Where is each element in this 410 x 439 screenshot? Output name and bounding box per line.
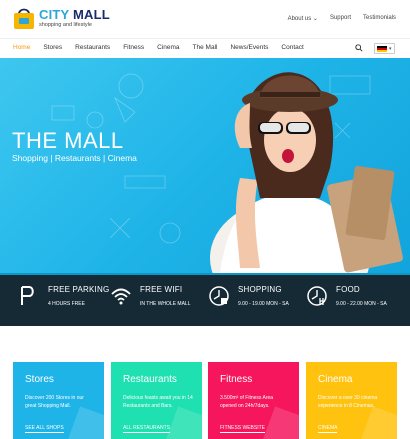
clock-shopping-icon xyxy=(209,286,229,306)
nav-item-the-mall[interactable]: The Mall xyxy=(193,44,218,51)
card-cinema-link[interactable]: CINEMA xyxy=(318,425,338,433)
wifi-icon xyxy=(111,288,131,305)
feature-wifi-sub: IN THE WHOLE MALL xyxy=(140,301,191,307)
top-link-about-label: About us xyxy=(287,16,312,22)
feature-shopping-sub: 9.00 - 19.00 MON - SA xyxy=(238,301,289,307)
nav-item-home[interactable]: Home xyxy=(13,44,30,51)
language-selector[interactable]: ▾ xyxy=(374,43,395,54)
card-decoration xyxy=(66,406,104,439)
feature-shopping: SHOPPING 9.00 - 19.00 MON - SA xyxy=(208,285,289,307)
top-bar: CITY MALL shopping and lifestyle About u… xyxy=(0,0,410,37)
chevron-down-icon: ⌄ xyxy=(311,16,318,22)
germany-flag-icon xyxy=(377,45,387,52)
top-link-support[interactable]: Support xyxy=(330,15,351,22)
parking-icon xyxy=(21,286,34,305)
feature-wifi-title: FREE WIFI xyxy=(140,285,183,294)
card-decoration xyxy=(164,406,202,439)
logo[interactable]: CITY MALL shopping and lifestyle xyxy=(13,6,110,30)
card-restaurants-link[interactable]: ALL RESTAURANTS xyxy=(123,425,170,433)
card-stores-text: Discover 200 Stores in our great Shoppin… xyxy=(25,395,84,409)
card-cinema-text: Discover a over 30 cinema experience in … xyxy=(318,395,378,409)
nav-item-restaurants[interactable]: Restaurants xyxy=(75,44,110,51)
feature-shopping-title: SHOPPING xyxy=(238,285,282,294)
feature-wifi: FREE WIFI IN THE WHOLE MALL xyxy=(110,285,190,307)
features-strip: FREE PARKING 4 HOURS FREE FREE WIFI IN T… xyxy=(0,273,410,326)
nav-item-fitness[interactable]: Fitness xyxy=(123,44,144,51)
card-restaurants-title: Restaurants xyxy=(123,374,177,385)
feature-food: FOOD 9.00 - 22.00 MON - SA xyxy=(306,285,387,307)
brand-subtitle: shopping and lifestyle xyxy=(39,21,92,28)
feature-parking-title: FREE PARKING xyxy=(48,285,110,294)
top-link-about[interactable]: About us ⌄ xyxy=(288,15,318,22)
category-cards: Stores Discover 200 Stores in our great … xyxy=(0,326,410,439)
brand-title-city: CITY xyxy=(39,6,70,22)
card-cinema-title: Cinema xyxy=(318,374,353,385)
shopping-bag-icon xyxy=(14,8,34,29)
top-link-testimonials[interactable]: Testimonials xyxy=(363,15,396,22)
brand-title-mall: MALL xyxy=(73,6,110,22)
card-stores-link[interactable]: SEE ALL SHOPS xyxy=(25,425,64,433)
card-cinema[interactable]: Cinema Discover a over 30 cinema experie… xyxy=(306,362,397,439)
card-fitness-title: Fitness xyxy=(220,374,253,385)
feature-parking-sub: 4 HOURS FREE xyxy=(48,301,85,307)
card-restaurants-text: Delicious feasts await you in 14 Restaur… xyxy=(123,395,193,409)
main-nav: Home Stores Restaurants Fitness Cinema T… xyxy=(0,38,410,58)
feature-food-sub: 9.00 - 22.00 MON - SA xyxy=(336,301,387,307)
card-decoration xyxy=(359,406,397,439)
chevron-down-icon: ▾ xyxy=(389,45,392,52)
hero-woman-image xyxy=(210,72,403,273)
card-fitness[interactable]: Fitness 3.500m² of Fitness Area opened o… xyxy=(208,362,299,439)
hero-banner: THE MALL Shopping | Restaurants | Cinema xyxy=(0,58,410,273)
card-stores-title: Stores xyxy=(25,374,54,385)
hero-title: THE MALL xyxy=(12,128,124,153)
top-links: About us ⌄ Support Testimonials xyxy=(288,15,396,22)
search-icon[interactable] xyxy=(355,44,363,52)
card-stores[interactable]: Stores Discover 200 Stores in our great … xyxy=(13,362,104,439)
clock-food-icon xyxy=(307,286,327,306)
feature-food-title: FOOD xyxy=(336,285,360,294)
card-fitness-text: 3.500m² of Fitness Area opened on 24h/7d… xyxy=(220,395,274,409)
nav-item-news-events[interactable]: News/Events xyxy=(230,44,268,51)
card-fitness-link[interactable]: FITNESS WEBSITE xyxy=(220,425,266,433)
nav-item-stores[interactable]: Stores xyxy=(43,44,62,51)
hero-subtitle: Shopping | Restaurants | Cinema xyxy=(12,153,137,163)
nav-item-cinema[interactable]: Cinema xyxy=(157,44,179,51)
card-decoration xyxy=(261,406,299,439)
card-restaurants[interactable]: Restaurants Delicious feasts await you i… xyxy=(111,362,202,439)
feature-parking: FREE PARKING 4 HOURS FREE xyxy=(18,285,109,307)
nav-item-contact[interactable]: Contact xyxy=(281,44,303,51)
